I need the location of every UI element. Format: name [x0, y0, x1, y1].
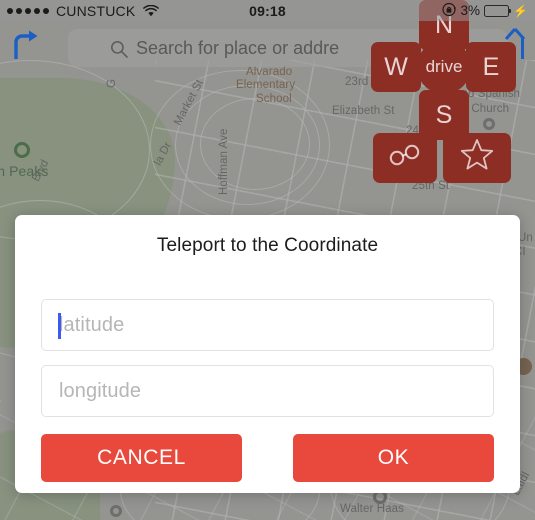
search-icon — [110, 40, 128, 63]
latitude-field[interactable]: latitude — [41, 299, 494, 351]
status-bar: CUNSTUCK 09:18 3% ⚡ — [0, 0, 535, 21]
dialog-title: Teleport to the Coordinate — [156, 235, 379, 256]
lightning-bolt-icon: ⚡ — [513, 3, 528, 18]
rotation-lock-icon — [441, 2, 457, 20]
app-screen: in Peaks Market St Hoffman Ave Alvarado … — [0, 0, 535, 520]
dialog-actions: CANCEL OK — [41, 434, 494, 482]
status-bar-right: 3% ⚡ — [441, 2, 528, 20]
search-input[interactable]: Search for place or addre — [136, 38, 339, 59]
text-cursor — [58, 313, 61, 339]
battery-percentage: 3% — [460, 3, 481, 18]
move-west-button[interactable]: W — [371, 42, 421, 92]
chain-link-button[interactable] — [373, 133, 437, 183]
drive-mode-button[interactable]: drive — [417, 40, 471, 94]
teleport-dialog: Teleport to the Coordinate latitude long… — [15, 215, 520, 493]
turn-right-arrow-icon[interactable] — [12, 29, 40, 64]
longitude-field[interactable]: longitude — [41, 365, 494, 417]
chain-link-icon — [387, 144, 423, 173]
star-outline-icon — [460, 138, 494, 178]
battery-icon — [484, 4, 512, 17]
ok-button[interactable]: OK — [293, 434, 494, 482]
favorites-button[interactable] — [443, 133, 511, 183]
cancel-button[interactable]: CANCEL — [41, 434, 242, 482]
move-east-button[interactable]: E — [466, 42, 516, 92]
longitude-input[interactable]: longitude — [59, 380, 141, 403]
latitude-input[interactable]: latitude — [59, 314, 124, 337]
